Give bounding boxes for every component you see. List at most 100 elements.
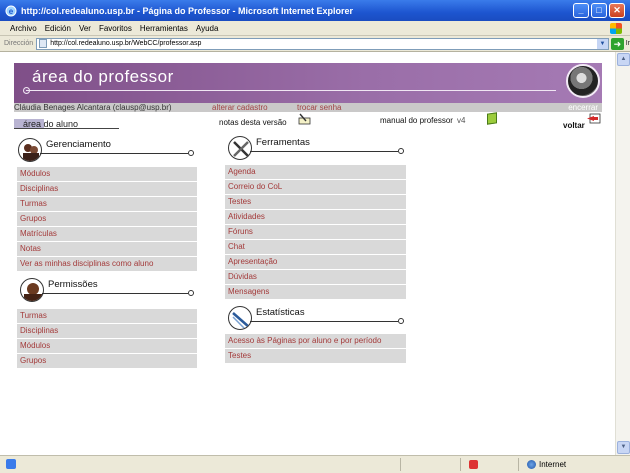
- header-dot: [398, 148, 404, 154]
- statistics-icon: [228, 306, 252, 330]
- gerenciamento-modulos[interactable]: Módulos: [17, 167, 197, 181]
- user-name: Cláudia Benages Alcantara (clausp@usp.br…: [14, 103, 172, 112]
- page-status-icon: [6, 459, 16, 469]
- ferramentas-header: Ferramentas: [228, 136, 406, 162]
- area-aluno-link[interactable]: área do aluno: [14, 119, 119, 129]
- permissoes-modulos[interactable]: Módulos: [17, 339, 197, 353]
- menu-ver[interactable]: Ver: [79, 24, 91, 33]
- header-dot: [188, 150, 194, 156]
- go-arrow-icon[interactable]: ➜: [610, 37, 624, 50]
- area-aluno-label: área do aluno: [23, 119, 79, 129]
- manual-professor-link[interactable]: manual do professor v4: [380, 116, 465, 125]
- ferramentas-testes[interactable]: Testes: [225, 195, 406, 209]
- user-bar: Cláudia Benages Alcantara (clausp@usp.br…: [14, 103, 602, 112]
- scroll-up-icon[interactable]: ▲: [617, 53, 630, 66]
- permissoes-menu: Turmas Disciplinas Módulos Grupos: [17, 309, 197, 369]
- ferramentas-duvidas[interactable]: Dúvidas: [225, 270, 406, 284]
- alterar-cadastro-link[interactable]: alterar cadastro: [212, 103, 268, 112]
- status-separator: [518, 458, 519, 471]
- book-icon[interactable]: [487, 112, 497, 125]
- address-input[interactable]: http://col.redealuno.usp.br/WebCC/profes…: [36, 37, 609, 50]
- encerrar-link[interactable]: encerrar: [568, 103, 598, 112]
- menu-edicion[interactable]: Edición: [45, 24, 71, 33]
- pencil-notepad-icon[interactable]: [298, 113, 311, 125]
- menu-bar: Archivo Edición Ver Favoritos Herramient…: [0, 21, 630, 36]
- people-icon: [18, 138, 42, 162]
- ie-logo-icon: e: [5, 5, 17, 16]
- security-zone-icon: [469, 460, 478, 469]
- manual-label: manual do professor: [380, 116, 453, 125]
- permissoes-header: Permissões: [20, 278, 196, 304]
- gerenciamento-matriculas[interactable]: Matrículas: [17, 227, 197, 241]
- menu-favoritos[interactable]: Favoritos: [99, 24, 132, 33]
- header-line: [42, 293, 188, 294]
- estatisticas-title: Estatísticas: [256, 307, 305, 318]
- estatisticas-header: Estatísticas: [228, 306, 406, 332]
- ferramentas-menu: Agenda Correio do CoL Testes Atividades …: [225, 165, 406, 300]
- permissoes-disciplinas[interactable]: Disciplinas: [17, 324, 197, 338]
- address-label: Dirección: [4, 40, 34, 47]
- tools-icon: [228, 136, 252, 160]
- ferramentas-apresentacao[interactable]: Apresentação: [225, 255, 406, 269]
- header-banner: área do professor: [14, 63, 602, 103]
- page-content: área do professor Cláudia Benages Alcant…: [0, 52, 615, 455]
- permissoes-grupos[interactable]: Grupos: [17, 354, 197, 368]
- estatisticas-testes[interactable]: Testes: [225, 349, 406, 363]
- globe-icon: [527, 460, 536, 469]
- permissions-icon: [20, 278, 44, 302]
- minimize-button[interactable]: _: [573, 3, 589, 18]
- gerenciamento-turmas[interactable]: Turmas: [17, 197, 197, 211]
- windows-logo-icon: [610, 23, 622, 34]
- estatisticas-menu: Acesso às Páginas por aluno e por períod…: [225, 334, 406, 364]
- menu-herramientas[interactable]: Herramientas: [140, 24, 188, 33]
- back-arrow-icon[interactable]: [585, 113, 601, 124]
- notas-versao-link[interactable]: notas desta versão: [219, 118, 287, 127]
- professor-avatar: [566, 64, 600, 98]
- gerenciamento-header: Gerenciamento: [18, 138, 196, 164]
- gerenciamento-ver-como-aluno[interactable]: Ver as minhas disciplinas como aluno: [17, 257, 197, 271]
- scroll-down-icon[interactable]: ▼: [617, 441, 630, 454]
- gerenciamento-title: Gerenciamento: [46, 139, 111, 150]
- estatisticas-acesso[interactable]: Acesso às Páginas por aluno e por períod…: [225, 334, 406, 348]
- gerenciamento-grupos[interactable]: Grupos: [17, 212, 197, 226]
- ferramentas-correio[interactable]: Correio do CoL: [225, 180, 406, 194]
- ferramentas-title: Ferramentas: [256, 137, 310, 148]
- address-url: http://col.redealuno.usp.br/WebCC/profes…: [50, 40, 202, 47]
- header-dot: [398, 318, 404, 324]
- ferramentas-chat[interactable]: Chat: [225, 240, 406, 254]
- page-title: área do professor: [32, 67, 174, 86]
- ferramentas-agenda[interactable]: Agenda: [225, 165, 406, 179]
- ferramentas-atividades[interactable]: Atividades: [225, 210, 406, 224]
- permissoes-title: Permissões: [48, 279, 98, 290]
- close-button[interactable]: ✕: [609, 3, 625, 18]
- menu-archivo[interactable]: Archivo: [10, 24, 37, 33]
- header-dot: [188, 290, 194, 296]
- gerenciamento-notas[interactable]: Notas: [17, 242, 197, 256]
- header-line: [250, 151, 398, 152]
- vertical-scrollbar[interactable]: ▲ ▼: [615, 52, 630, 455]
- ferramentas-mensagens[interactable]: Mensagens: [225, 285, 406, 299]
- go-button[interactable]: Ir: [626, 40, 630, 47]
- status-separator: [400, 458, 401, 471]
- gerenciamento-menu: Módulos Disciplinas Turmas Grupos Matríc…: [17, 167, 197, 272]
- trocar-senha-link[interactable]: trocar senha: [297, 103, 341, 112]
- header-line: [250, 321, 398, 322]
- address-bar: Dirección http://col.redealuno.usp.br/We…: [0, 36, 630, 52]
- svg-text:e: e: [9, 7, 14, 16]
- window-titlebar: e http://col.redealuno.usp.br - Página d…: [0, 0, 630, 21]
- voltar-link[interactable]: voltar: [563, 121, 585, 130]
- ferramentas-foruns[interactable]: Fóruns: [225, 225, 406, 239]
- status-bar: Internet: [0, 455, 630, 473]
- page-icon: [39, 39, 48, 48]
- manual-version: v4: [456, 116, 466, 125]
- address-dropdown-icon[interactable]: ▼: [596, 38, 608, 49]
- window-title: http://col.redealuno.usp.br - Página do …: [21, 5, 354, 16]
- gerenciamento-disciplinas[interactable]: Disciplinas: [17, 182, 197, 196]
- menu-ayuda[interactable]: Ayuda: [196, 24, 219, 33]
- banner-line: [26, 90, 556, 91]
- internet-zone-label: Internet: [539, 460, 567, 469]
- permissoes-turmas[interactable]: Turmas: [17, 309, 197, 323]
- status-separator: [460, 458, 461, 471]
- header-line: [40, 153, 188, 154]
- maximize-button[interactable]: □: [591, 3, 607, 18]
